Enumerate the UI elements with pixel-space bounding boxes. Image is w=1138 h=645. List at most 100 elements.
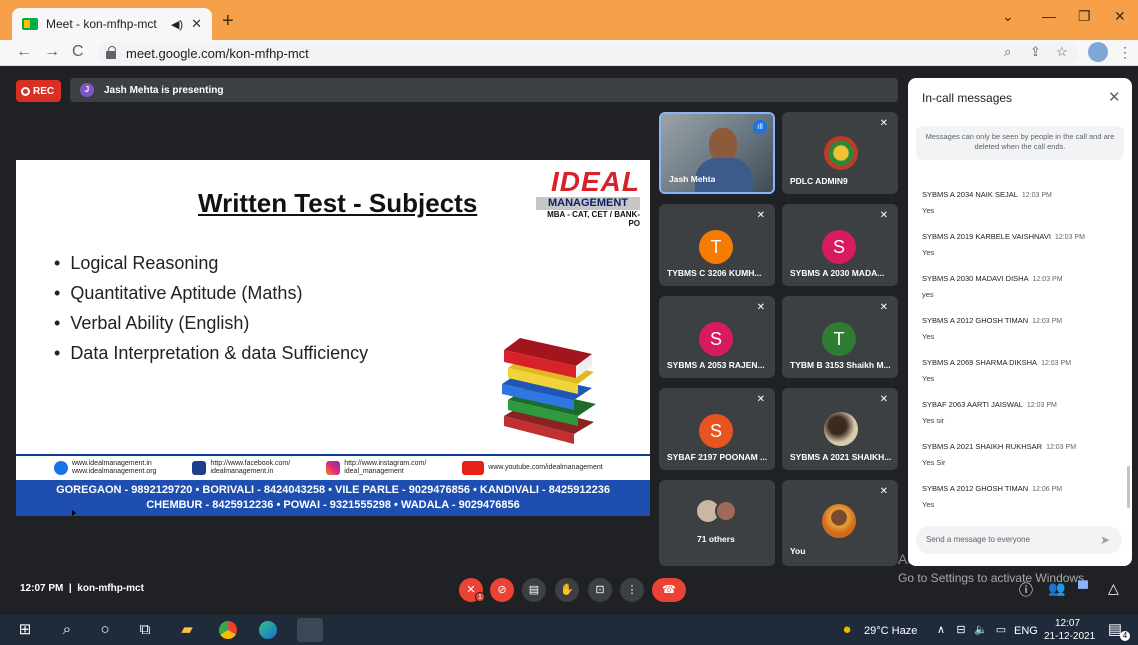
camera-toggle-button[interactable]: ⊘: [490, 578, 514, 602]
activities-icon[interactable]: △: [1108, 580, 1119, 597]
present-button[interactable]: ⊡: [588, 578, 612, 602]
bookmark-star-icon[interactable]: ☆: [1056, 44, 1068, 60]
url-bar[interactable]: meet.google.com/kon-mfhp-mct: [98, 42, 1078, 64]
mic-off-icon: ✕: [466, 584, 476, 596]
meet-app-icon[interactable]: [297, 618, 323, 642]
mic-toggle-button[interactable]: ✕ 1: [459, 578, 485, 602]
participant-name: PDLC ADMIN9: [790, 176, 848, 186]
speaker-icon[interactable]: ◀): [171, 18, 183, 31]
activate-windows-title: Activate Windows: [898, 551, 1009, 567]
message-sender: SYBMS A 2021 SHAIKH RUKHSAR: [922, 442, 1043, 451]
footer-link-line: ideal_management: [344, 468, 404, 475]
chat-input[interactable]: Send a message to everyone: [916, 526, 1122, 554]
browser-tab[interactable]: Meet - kon-mfhp-mct ◀) ✕: [12, 8, 212, 40]
camera-off-icon: ⊘: [497, 584, 507, 596]
reload-icon[interactable]: C: [72, 43, 84, 61]
participant-tile[interactable]: ✕ PDLC ADMIN9: [782, 112, 898, 194]
message-time: 12:03 PM: [1026, 402, 1057, 409]
participant-tile[interactable]: ıll Jash Mehta: [659, 112, 775, 194]
message-time: 12:03 PM: [1032, 318, 1063, 325]
message-sender: SYBMS A 2012 GHOSH TIMAN: [922, 316, 1029, 325]
presenting-text: Jash Mehta is presenting: [104, 84, 224, 96]
chat-message: SYBAF 2063 AARTI JAISWAL 12:03 PM Yes sir: [922, 394, 1122, 436]
back-icon[interactable]: ←: [16, 43, 32, 61]
message-sender: SYBMS A 2034 NAIK SEJAL: [922, 190, 1018, 199]
info-icon[interactable]: ⓘ: [1019, 580, 1033, 600]
forward-icon[interactable]: →: [44, 43, 60, 61]
share-icon[interactable]: ⇪: [1030, 44, 1041, 60]
participant-photo: [822, 504, 856, 538]
send-icon[interactable]: ➤: [1100, 533, 1110, 547]
people-icon[interactable]: 👥: [1048, 580, 1065, 597]
message-sender: SYBAF 2063 AARTI JAISWAL: [922, 400, 1023, 409]
weather-icon: ●: [842, 621, 852, 638]
new-tab-button[interactable]: +: [222, 10, 234, 33]
browser-menu-icon[interactable]: ⋮: [1118, 44, 1132, 61]
message-time: 12:03 PM: [1054, 234, 1085, 241]
weather-text[interactable]: 29°C Haze: [864, 625, 917, 637]
participant-photo: [715, 500, 737, 522]
chrome-icon[interactable]: [219, 621, 237, 639]
task-view-icon[interactable]: ⧉: [136, 621, 154, 639]
display-icon[interactable]: ▭: [992, 621, 1010, 639]
zoom-icon[interactable]: ⌕: [1004, 44, 1011, 60]
minimize-button[interactable]: —: [1042, 8, 1056, 24]
clock-date[interactable]: 21-12-2021: [1044, 631, 1095, 642]
participant-tile[interactable]: ✕ T TYBM B 3153 Shaikh M...: [782, 296, 898, 378]
profile-avatar[interactable]: [1088, 42, 1108, 62]
participant-avatar: S: [822, 230, 856, 264]
message-text: Yes sir: [922, 416, 945, 425]
participant-tile[interactable]: ✕ S SYBAF 2197 POONAM ...: [659, 388, 775, 470]
close-tab-icon[interactable]: ✕: [191, 16, 202, 32]
cortana-icon[interactable]: ○: [96, 621, 114, 639]
chat-icon[interactable]: ▀: [1078, 580, 1088, 596]
record-icon: [21, 86, 30, 96]
message-text: Yes: [922, 374, 935, 383]
captions-button[interactable]: ▤: [522, 578, 546, 602]
search-icon[interactable]: ⌕: [58, 621, 76, 639]
message-list: SYBMS A 2034 NAIK SEJAL 12:03 PM Yes SYBMS…: [922, 184, 1122, 520]
message-time: 12:03 PM: [1046, 444, 1077, 451]
clock-time[interactable]: 12:07: [1055, 618, 1080, 629]
message-sender: SYBMS A 2030 MADAVI DISHA: [922, 274, 1029, 283]
meet-favicon-icon: [22, 18, 38, 30]
message-text: Yes: [922, 332, 935, 341]
self-tile[interactable]: ✕ You: [782, 480, 898, 566]
instagram-icon: [326, 461, 341, 475]
tab-title: Meet - kon-mfhp-mct: [46, 17, 157, 31]
presenting-bar: J Jash Mehta is presenting: [70, 78, 898, 102]
participant-tile[interactable]: ✕ SYBMS A 2021 SHAIKH...: [782, 388, 898, 470]
tab-search-icon[interactable]: ⌄: [1002, 8, 1014, 25]
subject-item: Quantitative Aptitude (Maths): [54, 278, 368, 308]
message-time: 12:03 PM: [1021, 192, 1052, 199]
hand-icon: ✋: [560, 584, 574, 596]
chat-message: SYBMS A 2034 NAIK SEJAL 12:03 PM Yes: [922, 184, 1122, 226]
volume-muted-icon[interactable]: 🔈: [972, 621, 990, 639]
edge-icon[interactable]: [259, 621, 277, 639]
raise-hand-button[interactable]: ✋: [555, 578, 579, 602]
participant-name: TYBMS C 3206 KUMH...: [667, 268, 762, 278]
more-options-button[interactable]: ⋮: [620, 578, 644, 602]
maximize-button[interactable]: ❐: [1078, 8, 1091, 25]
participant-tile[interactable]: ✕ T TYBMS C 3206 KUMH...: [659, 204, 775, 286]
language-indicator[interactable]: ENG: [1014, 625, 1038, 637]
participant-name: SYBMS A 2030 MADA...: [790, 268, 885, 278]
windows-taskbar: ⊞ ⌕ ○ ⧉ ▰ ● 29°C Haze ∧ ⊟ 🔈 ▭ ENG 12:07 …: [0, 615, 1138, 645]
close-icon[interactable]: ✕: [1108, 88, 1121, 106]
mic-off-icon: ✕: [756, 302, 765, 313]
message-text: Yes Sir: [922, 458, 946, 467]
network-icon[interactable]: ⊟: [952, 621, 970, 639]
leave-call-button[interactable]: ☎: [652, 578, 686, 602]
chat-scrollbar[interactable]: [1127, 466, 1130, 508]
participant-tile[interactable]: ✕ S SYBMS A 2030 MADA...: [782, 204, 898, 286]
file-explorer-icon[interactable]: ▰: [178, 621, 196, 639]
chevron-up-icon[interactable]: ∧: [932, 621, 950, 639]
participant-tile[interactable]: ✕ S SYBMS A 2053 RAJEN...: [659, 296, 775, 378]
person-head: [709, 128, 737, 162]
close-window-button[interactable]: ✕: [1114, 8, 1126, 25]
others-tile[interactable]: 71 others: [659, 480, 775, 566]
windows-start-icon[interactable]: ⊞: [16, 621, 34, 639]
message-sender: SYBMS A 2012 GHOSH TIMAN: [922, 484, 1029, 493]
present-icon: ⊡: [595, 584, 605, 596]
participant-name: SYBMS A 2053 RAJEN...: [667, 360, 765, 370]
